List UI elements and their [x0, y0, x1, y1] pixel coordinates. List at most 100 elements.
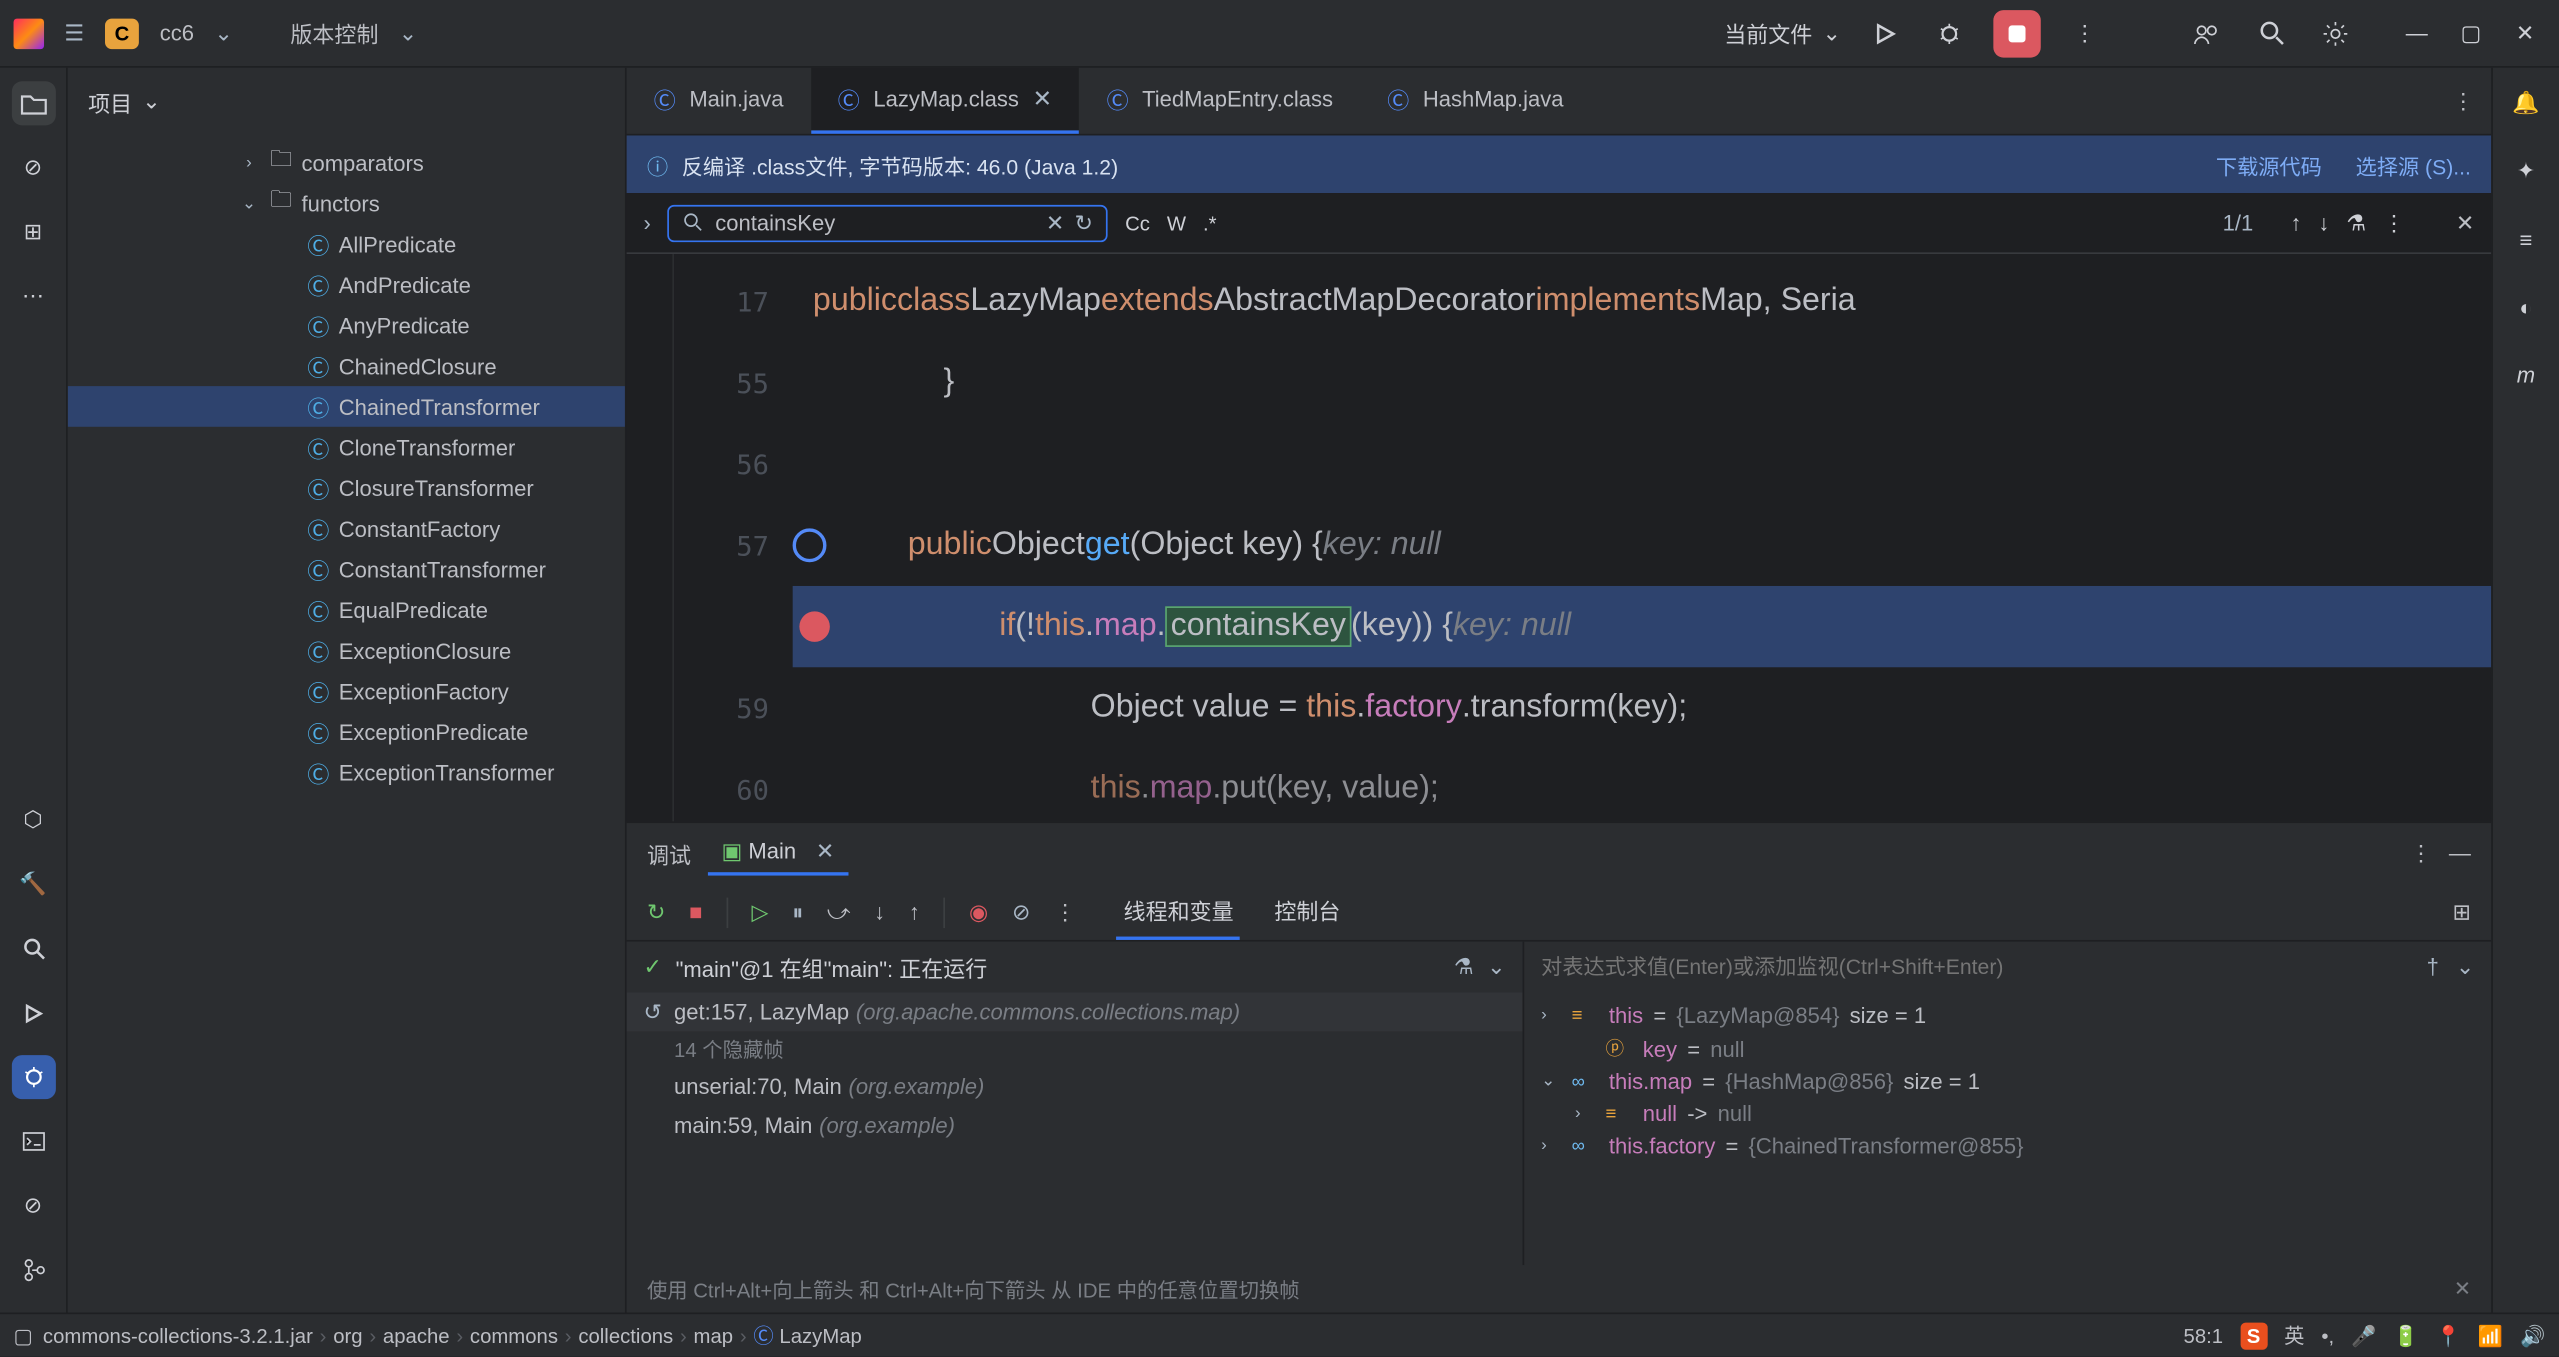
- choose-sources-link[interactable]: 选择源 (S)...: [2356, 148, 2471, 180]
- chevron-down-icon[interactable]: ⌄: [2456, 953, 2474, 980]
- terminal-icon[interactable]: [11, 1119, 55, 1163]
- run-icon[interactable]: [1865, 13, 1906, 54]
- tree-item[interactable]: ⒸCloneTransformer: [68, 427, 625, 468]
- tree-item[interactable]: ⒸExceptionClosure: [68, 630, 625, 671]
- editor-tab[interactable]: ⒸMain.java: [627, 68, 811, 134]
- breadcrumb-item[interactable]: commons: [470, 1324, 558, 1348]
- console-tab[interactable]: 控制台: [1268, 884, 1348, 940]
- rerun-icon[interactable]: ↻: [647, 898, 665, 925]
- pause-icon[interactable]: ⏸: [792, 898, 803, 925]
- database-icon[interactable]: ≡: [2504, 217, 2548, 261]
- frame-item[interactable]: main:59, Main (org.example): [627, 1106, 1523, 1145]
- debug-config-tab[interactable]: ▣ Main ✕: [708, 832, 848, 876]
- close-icon[interactable]: ✕: [2505, 13, 2546, 54]
- whole-words-toggle[interactable]: W: [1167, 211, 1186, 235]
- breadcrumb[interactable]: commons-collections-3.2.1.jar›org›apache…: [43, 1321, 862, 1350]
- debug-tab-label[interactable]: 调试: [647, 837, 691, 869]
- location-icon[interactable]: 📍: [2436, 1324, 2461, 1348]
- tree-item[interactable]: ⒸConstantFactory: [68, 508, 625, 549]
- chevron-down-icon[interactable]: ⌄: [214, 19, 232, 46]
- code-area[interactable]: public class LazyMap extends AbstractMap…: [793, 254, 2492, 821]
- evaluate-input[interactable]: [1541, 955, 2427, 979]
- tree-item[interactable]: ⒸAnyPredicate: [68, 305, 625, 346]
- project-tool-icon[interactable]: [11, 81, 55, 125]
- chevron-right-icon[interactable]: ›: [644, 210, 651, 235]
- ime-label[interactable]: 英: [2284, 1321, 2304, 1350]
- find-input-wrap[interactable]: ✕ ↻: [668, 204, 1108, 241]
- project-tree[interactable]: › 🗀 comparators ⌄ 🗀 functors ⒸAllPredica…: [68, 135, 625, 1312]
- main-menu-icon[interactable]: ☰: [64, 19, 84, 46]
- structure-tool-icon[interactable]: ⊞: [11, 210, 55, 254]
- chevron-icon[interactable]: ›: [1541, 1136, 1561, 1155]
- tree-item[interactable]: ⒸAllPredicate: [68, 224, 625, 265]
- chevron-down-icon[interactable]: ⌄: [1487, 953, 1505, 980]
- search-icon[interactable]: [2251, 13, 2292, 54]
- tree-item[interactable]: ⒸConstantTransformer: [68, 549, 625, 590]
- run-tool-icon[interactable]: [11, 991, 55, 1035]
- chevron-down-icon[interactable]: ⌄: [399, 19, 417, 46]
- threads-vars-tab[interactable]: 线程和变量: [1117, 884, 1241, 940]
- tree-item[interactable]: ⒸClosureTransformer: [68, 467, 625, 508]
- battery-icon[interactable]: 🔋: [2393, 1324, 2418, 1348]
- frames-list[interactable]: ↺get:157, LazyMap (org.apache.commons.co…: [627, 992, 1523, 1265]
- close-tip-icon[interactable]: ✕: [2454, 1277, 2471, 1301]
- tabs-menu-icon[interactable]: ⋮: [2435, 68, 2491, 134]
- breadcrumb-item[interactable]: apache: [383, 1324, 450, 1348]
- ai-icon[interactable]: ✦: [2504, 149, 2548, 193]
- editor-tab[interactable]: ⒸHashMap.java: [1360, 68, 1591, 134]
- problems-icon[interactable]: ⊘: [11, 1184, 55, 1228]
- vcs-menu[interactable]: 版本控制: [290, 17, 378, 49]
- layout-icon[interactable]: ⊞: [2452, 898, 2470, 923]
- frame-item[interactable]: unserial:70, Main (org.example): [627, 1067, 1523, 1106]
- project-name[interactable]: cc6: [160, 20, 194, 45]
- ime-icon[interactable]: S: [2240, 1322, 2267, 1349]
- stop-icon[interactable]: ■: [689, 899, 702, 924]
- mic-icon[interactable]: 🎤: [2351, 1324, 2376, 1348]
- more-icon[interactable]: ⋮: [2064, 13, 2105, 54]
- editor-tab[interactable]: ⒸLazyMap.class✕: [811, 68, 1080, 134]
- minimize-icon[interactable]: —: [2396, 13, 2437, 54]
- breadcrumb-item[interactable]: org: [333, 1324, 362, 1348]
- tree-item[interactable]: ⒸChainedClosure: [68, 345, 625, 386]
- variable-row[interactable]: ›≡null -> null: [1541, 1097, 2474, 1129]
- chevron-icon[interactable]: ›: [1541, 1006, 1561, 1025]
- commit-tool-icon[interactable]: ⊘: [11, 146, 55, 190]
- variable-row[interactable]: ⌄∞this.map = {HashMap@856} size = 1: [1541, 1065, 2474, 1097]
- filter-icon[interactable]: ⚗: [2346, 209, 2366, 236]
- tree-item[interactable]: ⒸExceptionTransformer: [68, 752, 625, 793]
- more-icon[interactable]: ⋮: [1054, 898, 1076, 925]
- match-case-toggle[interactable]: Cc: [1125, 211, 1150, 235]
- services-icon[interactable]: ⬡: [11, 798, 55, 842]
- close-tab-icon[interactable]: ✕: [1033, 85, 1053, 114]
- add-watch-icon[interactable]: †: [2427, 953, 2439, 980]
- thread-status[interactable]: "main"@1 在组"main": 正在运行: [676, 951, 988, 983]
- maximize-icon[interactable]: ▢: [2451, 13, 2492, 54]
- regex-toggle[interactable]: .*: [1203, 211, 1217, 235]
- breadcrumb-item[interactable]: collections: [578, 1324, 673, 1348]
- more-icon[interactable]: ⋮: [2383, 209, 2405, 236]
- variable-row[interactable]: ›≡this = {LazyMap@854} size = 1: [1541, 999, 2474, 1031]
- filter-icon[interactable]: ⚗: [1454, 953, 1474, 980]
- editor-tab[interactable]: ⒸTiedMapEntry.class: [1079, 68, 1360, 134]
- step-out-icon[interactable]: ↑: [909, 899, 920, 924]
- next-match-icon[interactable]: ↓: [2318, 209, 2329, 236]
- volume-icon[interactable]: 🔊: [2520, 1324, 2545, 1348]
- mute-breakpoints-icon[interactable]: ⊘: [1012, 898, 1030, 925]
- chevron-icon[interactable]: ›: [1575, 1104, 1595, 1123]
- tree-item[interactable]: ⒸEqualPredicate: [68, 589, 625, 630]
- find-input[interactable]: [715, 210, 1035, 235]
- minimize-panel-icon[interactable]: —: [2449, 840, 2471, 867]
- tray-more-icon[interactable]: •,: [2321, 1324, 2334, 1348]
- breadcrumb-item[interactable]: Ⓒ LazyMap: [753, 1321, 861, 1350]
- prev-match-icon[interactable]: ↑: [2290, 209, 2301, 236]
- settings-icon[interactable]: [2315, 13, 2356, 54]
- clear-icon[interactable]: ✕: [1046, 209, 1064, 236]
- caret-pos[interactable]: 58:1: [2184, 1324, 2224, 1348]
- stop-button[interactable]: [1993, 9, 2040, 56]
- breadcrumb-item[interactable]: map: [694, 1324, 734, 1348]
- download-sources-link[interactable]: 下载源代码: [2216, 148, 2322, 180]
- nav-icon[interactable]: ▢: [14, 1324, 33, 1348]
- variable-row[interactable]: ⓟkey = null: [1541, 1031, 2474, 1065]
- debug-icon[interactable]: [1929, 13, 1970, 54]
- more-tools-icon[interactable]: ⋯: [11, 274, 55, 318]
